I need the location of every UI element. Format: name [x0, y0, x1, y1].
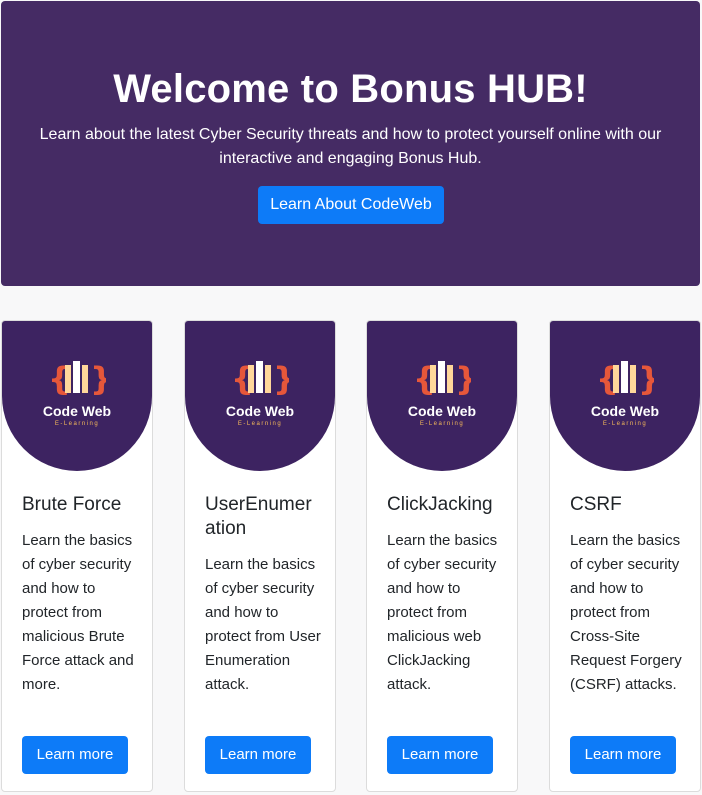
logo-name: Code Web [42, 403, 112, 419]
code-web-logo-icon: { } [596, 360, 654, 397]
card-title: UserEnumeration [205, 494, 312, 539]
card-description: Learn the basics of cyber security and h… [387, 532, 498, 693]
logo-name: Code Web [407, 403, 477, 419]
logo-tagline: E-Learning [237, 421, 283, 427]
card-banner: { } Code Web E-Learning [2, 321, 152, 471]
card-description: Learn the basics of cyber security and h… [22, 532, 134, 693]
code-web-logo-icon: { } [231, 360, 289, 397]
card-banner: { } Code Web E-Learning [185, 321, 335, 471]
card-clickjacking: { } Code Web E-Learning ClickJacking Lea… [366, 320, 518, 792]
hero-description: Learn about the latest Cyber Security th… [39, 126, 662, 167]
card-description: Learn the basics of cyber security and h… [205, 556, 321, 693]
card-title: ClickJacking [387, 494, 493, 515]
card-description: Learn the basics of cyber security and h… [570, 532, 682, 693]
logo-name: Code Web [590, 403, 660, 419]
hero-title: Welcome to Bonus HUB! [113, 67, 588, 111]
logo-tagline: E-Learning [602, 421, 648, 427]
card-csrf: { } Code Web E-Learning CSRF Learn the b… [549, 320, 701, 792]
card-banner: { } Code Web E-Learning [550, 321, 700, 471]
svg-text:}: } [638, 360, 654, 397]
card-title: Brute Force [22, 494, 122, 515]
logo-tagline: E-Learning [54, 421, 100, 427]
card-brute-force: { } Code Web E-Learning Brute Force Lear… [1, 320, 153, 792]
hero-jumbotron: Welcome to Bonus HUB! Learn about the la… [1, 1, 700, 286]
learn-more-button[interactable]: Learn more [205, 736, 311, 774]
card-user-enumeration: { } Code Web E-Learning UserEnumeration … [184, 320, 336, 792]
card-title: CSRF [570, 494, 622, 515]
code-web-logo-icon: { } [413, 360, 471, 397]
svg-text:}: } [273, 360, 289, 397]
learn-about-codeweb-button[interactable]: Learn About CodeWeb [258, 186, 444, 224]
card-banner: { } Code Web E-Learning [367, 321, 517, 471]
learn-more-button[interactable]: Learn more [22, 736, 128, 774]
svg-text:}: } [90, 360, 106, 397]
learn-more-button[interactable]: Learn more [387, 736, 493, 774]
logo-tagline: E-Learning [419, 421, 465, 427]
svg-text:}: } [455, 360, 471, 397]
learn-more-button[interactable]: Learn more [570, 736, 676, 774]
logo-name: Code Web [225, 403, 295, 419]
code-web-logo-icon: { } [48, 360, 106, 397]
